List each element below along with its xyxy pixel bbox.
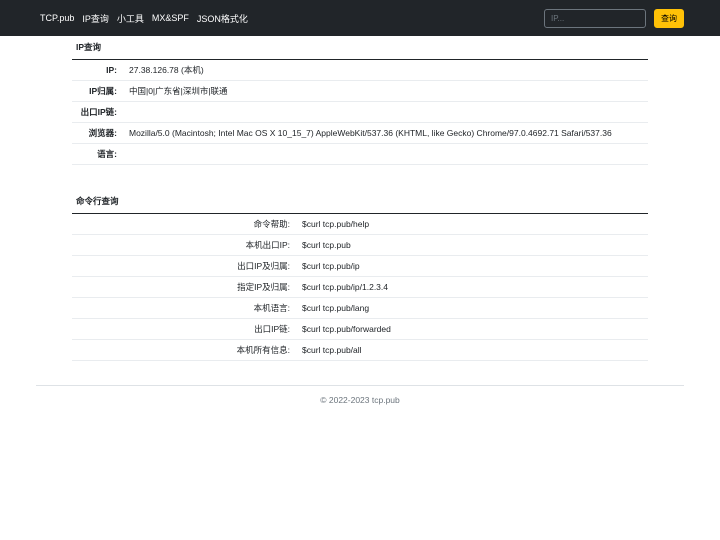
cmd-lang-label: 本机语言: xyxy=(253,303,290,313)
ip-value: 27.38.126.78 (本机) xyxy=(129,65,204,75)
ip-location-value: 中国|0|广东省|深圳市|联通 xyxy=(129,86,228,96)
nav-link-mx-spf[interactable]: MX&SPF xyxy=(152,13,189,23)
exit-ip-chain-label: 出口IP链: xyxy=(80,107,117,117)
ip-search-input[interactable] xyxy=(544,8,646,28)
cmd-specified-ip-label: 指定IP及归属: xyxy=(237,282,290,292)
cmd-help-label: 命令帮助: xyxy=(253,219,290,229)
cmd-row-ip-location: 出口IP及归属: $curl tcp.pub/ip xyxy=(72,256,648,277)
ip-location-label: IP归属: xyxy=(89,86,117,96)
cmd-help-value: $curl tcp.pub/help xyxy=(302,219,370,229)
footer-copyright: © 2022-2023 tcp.pub xyxy=(320,395,400,405)
nav-link-json-format[interactable]: JSON格式化 xyxy=(197,12,248,25)
top-navbar: TCP.pub IP查询 小工具 MX&SPF JSON格式化 查询 xyxy=(0,0,720,36)
language-label: 语言: xyxy=(97,149,117,159)
ip-section: IP查询 IP: 27.38.126.78 (本机) IP归属: 中国|0|广东… xyxy=(72,41,648,165)
ip-row: IP: 27.38.126.78 (本机) xyxy=(72,60,648,81)
cmd-all-label: 本机所有信息: xyxy=(236,345,290,355)
cmd-ip-location-value: $curl tcp.pub/ip xyxy=(302,261,360,271)
cmd-all-value: $curl tcp.pub/all xyxy=(302,345,362,355)
cmd-specified-ip-value: $curl tcp.pub/ip/1.2.3.4 xyxy=(302,282,389,292)
ip-label: IP: xyxy=(106,65,117,75)
main-container: IP查询 IP: 27.38.126.78 (本机) IP归属: 中国|0|广东… xyxy=(72,36,648,361)
search-button[interactable]: 查询 xyxy=(654,8,684,28)
cmd-local-ip-label: 本机出口IP: xyxy=(245,240,290,250)
cmd-ip-location-label: 出口IP及归属: xyxy=(237,261,290,271)
cmd-forwarded-value: $curl tcp.pub/forwarded xyxy=(302,324,391,334)
nav-link-ip-lookup[interactable]: IP查询 xyxy=(82,12,109,25)
browser-label: 浏览器: xyxy=(88,128,117,138)
cmd-section: 命令行查询 命令帮助: $curl tcp.pub/help 本机出口IP: $… xyxy=(72,195,648,361)
browser-row: 浏览器: Mozilla/5.0 (Macintosh; Intel Mac O… xyxy=(72,123,648,144)
ip-location-row: IP归属: 中国|0|广东省|深圳市|联通 xyxy=(72,81,648,102)
cmd-row-all: 本机所有信息: $curl tcp.pub/all xyxy=(72,340,648,361)
brand-link[interactable]: TCP.pub xyxy=(40,13,74,23)
cmd-row-specified-ip: 指定IP及归属: $curl tcp.pub/ip/1.2.3.4 xyxy=(72,277,648,298)
cmd-row-help: 命令帮助: $curl tcp.pub/help xyxy=(72,214,648,235)
cmd-row-local-ip: 本机出口IP: $curl tcp.pub xyxy=(72,235,648,256)
browser-value: Mozilla/5.0 (Macintosh; Intel Mac OS X 1… xyxy=(129,128,612,138)
footer: © 2022-2023 tcp.pub xyxy=(36,385,684,405)
cmd-section-title: 命令行查询 xyxy=(72,195,648,214)
cmd-forwarded-label: 出口IP链: xyxy=(254,324,290,334)
language-row: 语言: xyxy=(72,144,648,165)
nav-link-tools[interactable]: 小工具 xyxy=(117,12,144,25)
ip-section-title: IP查询 xyxy=(72,41,648,60)
cmd-row-lang: 本机语言: $curl tcp.pub/lang xyxy=(72,298,648,319)
exit-ip-chain-row: 出口IP链: xyxy=(72,102,648,123)
cmd-local-ip-value: $curl tcp.pub xyxy=(302,240,351,250)
cmd-row-forwarded: 出口IP链: $curl tcp.pub/forwarded xyxy=(72,319,648,340)
cmd-lang-value: $curl tcp.pub/lang xyxy=(302,303,370,313)
nav-links: TCP.pub IP查询 小工具 MX&SPF JSON格式化 xyxy=(40,12,256,25)
